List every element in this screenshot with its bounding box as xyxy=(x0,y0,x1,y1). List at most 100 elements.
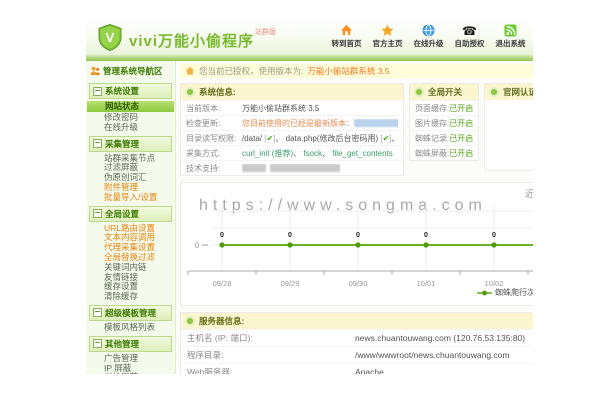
svg-text:10/01: 10/01 xyxy=(417,279,436,288)
row-label: Web服务器: xyxy=(187,367,355,374)
sidebar-header: 管理系统导航区 xyxy=(86,61,175,80)
panel-server-info-header: 服务器信息: xyxy=(181,313,533,329)
nav-item-label: 自助授权 xyxy=(453,38,486,49)
switch-status-value: 已开启 xyxy=(449,149,473,158)
svg-text:0: 0 xyxy=(220,230,224,239)
row-label: 采集方式: xyxy=(186,149,242,158)
sidebar-item[interactable]: 在线升级 xyxy=(86,123,175,133)
svg-text:0: 0 xyxy=(288,230,292,239)
app-title: vivi万能小偷程序 xyxy=(129,33,254,50)
app-window: V vivi万能小偷程序站群版 转到首页官方主页在线升级☎自助授权退出系统 xyxy=(86,18,533,374)
system-info-row: 目录读写权限:/data/ [✔]、 data.php(修改后台密码用) [✔]… xyxy=(181,130,403,145)
row-value: curl_init (推荐)、 fsock、 file_get_contents xyxy=(242,149,398,158)
panel-official-cert-title: 官网认证 xyxy=(503,86,533,98)
nav-item-star[interactable]: 官方主页 xyxy=(371,24,404,49)
legend-line-marker-icon xyxy=(477,289,492,297)
sidebar-item[interactable]: 清除缓存 xyxy=(86,292,175,302)
row-label: 检查更新: xyxy=(186,119,242,128)
svg-text:0: 0 xyxy=(492,230,496,239)
nav-item-label: 退出系统 xyxy=(494,38,527,49)
sidebar-item[interactable]: 模板风格列表 xyxy=(86,323,175,333)
collapse-minus-icon[interactable] xyxy=(93,339,102,348)
home-icon xyxy=(330,24,363,38)
svg-text:09/30: 09/30 xyxy=(349,279,368,288)
panel-global-switch-header: 全局开关 xyxy=(410,84,478,100)
server-info-row: 主机名 (IP: 端口):news.chuantouwang.com (120.… xyxy=(181,329,533,346)
app-logo-shield-icon: V xyxy=(96,23,124,51)
collapse-minus-icon[interactable] xyxy=(93,308,102,317)
row-label: 蜘蛛记录: xyxy=(415,134,449,143)
nav-item-label: 官方主页 xyxy=(371,38,404,49)
svg-text:0: 0 xyxy=(195,241,200,250)
sidebar-section-header[interactable]: 超级模板管理 xyxy=(89,305,172,321)
sidebar-title: 管理系统导航区 xyxy=(103,65,163,77)
nav-item-globe[interactable]: 在线升级 xyxy=(412,24,445,49)
panel-server-info: 服务器信息: 主机名 (IP: 端口):news.chuantouwang.co… xyxy=(180,312,533,374)
value-text: 、 根目录(在线升级用) xyxy=(392,134,398,143)
sidebar-item[interactable]: 网站状态 xyxy=(87,101,174,112)
sidebar-item[interactable]: 批量导入/设置 xyxy=(86,193,175,203)
value-highlight: 您目前使用的已经是最新版本： xyxy=(242,119,354,128)
row-value: news.chuantouwang.com (120.76.53.135:80) xyxy=(355,333,533,343)
system-info-row: 技术支持: xyxy=(181,160,403,175)
value-text: 万能小偷站群系统 3.5 xyxy=(242,104,319,113)
app-header: V vivi万能小偷程序站群版 转到首页官方主页在线升级 ☎自助授权退出系统 xyxy=(86,18,533,55)
server-info-row: 程序目录:/www/wwwroot/news.chuantouwang.com xyxy=(181,346,533,363)
panel-system-info: 系统信息: 当前版本:万能小偷站群系统 3.5检查更新:您目前使用的已经是最新版… xyxy=(180,83,404,176)
row-value: 万能小偷站群系统 3.5 xyxy=(242,104,398,113)
spider-crawl-chart-panel: 近1 https://www.songma.com 000000009/2809… xyxy=(180,182,533,306)
top-nav: 转到首页官方主页在线升级 ☎自助授权退出系统 xyxy=(330,24,527,49)
system-info-row: 当前版本:万能小偷站群系统 3.5 xyxy=(181,100,403,115)
system-info-row: 检查更新:您目前使用的已经是最新版本： xyxy=(181,115,403,130)
panel-system-info-header: 系统信息: xyxy=(181,84,403,100)
nav-item-rss[interactable]: 退出系统 xyxy=(494,24,527,49)
license-version: 万能小偷站群系统 3.5 xyxy=(307,65,389,77)
nav-item-phone[interactable]: ☎自助授权 xyxy=(453,24,486,49)
sidebar-item[interactable]: 蜘蛛屏蔽 xyxy=(86,373,175,374)
value-link[interactable]: file_get_contents xyxy=(332,149,393,158)
row-value: 您目前使用的已经是最新版本： xyxy=(242,119,398,128)
panel-official-cert-header: 官网认证 xyxy=(485,84,533,100)
nav-item-label: 在线升级 xyxy=(412,38,445,49)
sidebar-section-title: 全局设置 xyxy=(105,208,139,220)
row-value: /data/ [✔]、 data.php(修改后台密码用) [✔]、 根目录(在… xyxy=(242,134,398,143)
sidebar-nav: 系统设置网站状态修改密码在线升级采集管理站群采集节点过滤屏蔽伪原创词汇附件管理批… xyxy=(86,83,175,374)
sidebar-section-header[interactable]: 其他管理 xyxy=(89,336,172,352)
collapse-minus-icon[interactable] xyxy=(93,139,102,148)
green-bullet-icon xyxy=(187,89,193,95)
collapse-minus-icon[interactable] xyxy=(93,209,102,218)
sidebar-section-header[interactable]: 全局设置 xyxy=(89,206,172,222)
edition-badge: 站群版 xyxy=(255,29,276,36)
value-text: 、 xyxy=(322,149,332,158)
sidebar-section-header[interactable]: 采集管理 xyxy=(89,136,172,152)
censored-blur-box xyxy=(270,164,340,172)
switch-status-value: 已开启 xyxy=(449,134,473,143)
collapse-minus-icon[interactable] xyxy=(93,87,102,96)
global-switch-row: 页面缓存:已开启 xyxy=(410,100,478,115)
sidebar-section-header[interactable]: 系统设置 xyxy=(89,83,172,99)
nav-item-home[interactable]: 转到首页 xyxy=(330,24,363,49)
green-bullet-icon xyxy=(416,89,422,95)
value-link[interactable]: curl_init (推荐) xyxy=(242,149,293,158)
row-value: /www/wwwroot/news.chuantouwang.com xyxy=(355,350,533,360)
server-info-row: Web服务器:Apache xyxy=(181,363,533,374)
chart-legend-label: 蜘蛛爬行次数 xyxy=(495,287,533,298)
system-info-row: 采集方式:curl_init (推荐)、 fsock、 file_get_con… xyxy=(181,145,403,160)
global-switch-row: 蜘蛛记录:已开启 xyxy=(410,130,478,145)
row-label: 页面缓存: xyxy=(415,104,449,113)
status-panels-row: 系统信息: 当前版本:万能小偷站群系统 3.5检查更新:您目前使用的已经是最新版… xyxy=(180,83,533,176)
panel-global-switch-title: 全局开关 xyxy=(428,86,462,98)
row-value xyxy=(242,164,398,173)
sidebar-section-title: 其他管理 xyxy=(105,338,139,350)
green-bullet-icon xyxy=(491,89,497,95)
panel-official-cert: 官网认证 xyxy=(484,83,533,171)
panel-system-info-title: 系统信息: xyxy=(199,86,236,98)
row-label: 技术支持: xyxy=(186,164,242,173)
censored-blur-box xyxy=(354,119,398,127)
row-label: 蜘蛛屏蔽: xyxy=(415,149,449,158)
value-link[interactable]: fsock xyxy=(303,149,322,158)
brand: V vivi万能小偷程序站群版 xyxy=(96,23,276,51)
switch-status-value: 已开启 xyxy=(449,119,473,128)
home-small-icon xyxy=(185,66,195,76)
license-notice-text: 您当前已授权，使用版本为: xyxy=(199,65,303,77)
